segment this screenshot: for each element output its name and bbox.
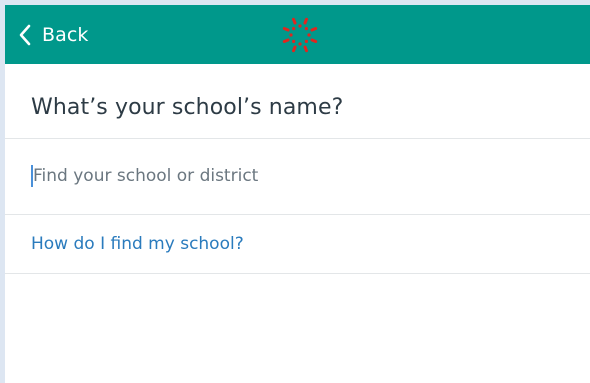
find-school-help-link[interactable]: How do I find my school? <box>31 234 244 254</box>
back-label: Back <box>42 23 89 46</box>
school-search-field[interactable] <box>31 161 571 191</box>
canvas-logo-icon <box>281 16 319 54</box>
divider <box>5 138 590 139</box>
divider <box>5 214 590 215</box>
divider <box>5 273 590 274</box>
top-bar: Back <box>5 5 590 64</box>
school-search-input[interactable] <box>33 166 553 186</box>
chevron-left-icon <box>18 23 32 47</box>
app-window: Back What’s your school’s name? How do I… <box>5 5 590 383</box>
page-title: What’s your school’s name? <box>31 95 344 120</box>
back-button[interactable]: Back <box>18 5 89 64</box>
